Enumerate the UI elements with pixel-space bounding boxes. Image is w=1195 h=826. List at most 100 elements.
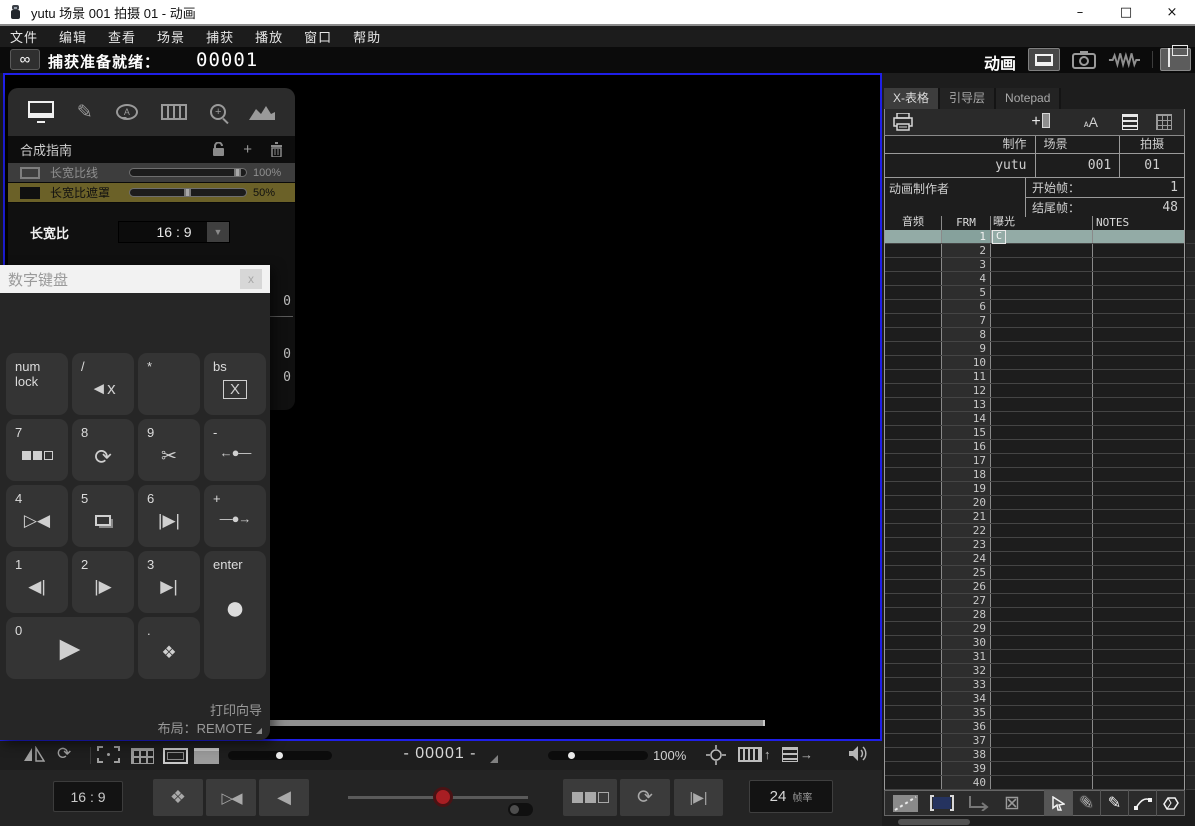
exposure-cell[interactable] xyxy=(991,748,1093,761)
print-button[interactable] xyxy=(893,113,913,131)
notes-cell[interactable] xyxy=(1093,356,1184,369)
frame-number-cell[interactable]: 29 xyxy=(942,622,991,635)
animate-workspace-button[interactable] xyxy=(1028,48,1060,71)
numpad-key-5[interactable]: 5 xyxy=(72,485,134,547)
production-value[interactable]: yutu xyxy=(885,154,1036,177)
drawing-tab[interactable]: ✎ xyxy=(77,101,93,124)
notes-cell[interactable] xyxy=(1093,272,1184,285)
audio-cell[interactable] xyxy=(885,482,942,495)
numpad-key-2[interactable]: 2|▶ xyxy=(72,551,134,613)
exposure-cell[interactable] xyxy=(991,762,1093,775)
row-view-button[interactable] xyxy=(1122,114,1138,130)
slider-handle[interactable] xyxy=(184,189,191,196)
exposure-cell[interactable] xyxy=(991,594,1093,607)
menu-item-1[interactable]: 编辑 xyxy=(59,27,87,46)
menu-item-2[interactable]: 查看 xyxy=(108,27,136,46)
frame-number-cell[interactable]: 40 xyxy=(942,776,991,789)
notes-cell[interactable] xyxy=(1093,678,1184,691)
audio-mute-button[interactable] xyxy=(848,745,868,762)
audio-cell[interactable] xyxy=(885,398,942,411)
exposure-cell[interactable] xyxy=(991,496,1093,509)
xsheet-row-23[interactable]: 23 xyxy=(885,538,1184,552)
slider-handle[interactable] xyxy=(276,752,283,759)
frame-number-cell[interactable]: 22 xyxy=(942,524,991,537)
xsheet-row-6[interactable]: 6 xyxy=(885,300,1184,314)
layout-selector[interactable]: 布局：REMOTE ◢ xyxy=(158,718,262,737)
numpad-key-num-lock[interactable]: num lock xyxy=(6,353,68,415)
frame-number-cell[interactable]: 36 xyxy=(942,720,991,733)
animator-field[interactable]: 动画制作者 xyxy=(885,178,1026,217)
exposure-cell[interactable] xyxy=(991,384,1093,397)
frame-number-cell[interactable]: 20 xyxy=(942,496,991,509)
xsheet-row-9[interactable]: 9 xyxy=(885,342,1184,356)
frame-number-cell[interactable]: 6 xyxy=(942,300,991,313)
menu-item-5[interactable]: 播放 xyxy=(255,27,283,46)
eraser-tool[interactable] xyxy=(1156,790,1184,816)
exposure-cell[interactable] xyxy=(991,482,1093,495)
xsheet-row-7[interactable]: 7 xyxy=(885,314,1184,328)
tab-xsheet[interactable]: X-表格 xyxy=(884,88,940,109)
exposure-cell[interactable] xyxy=(991,342,1093,355)
loop-range-toggle[interactable] xyxy=(508,803,533,816)
delete-guide-button[interactable] xyxy=(270,142,283,157)
xsheet-row-11[interactable]: 11 xyxy=(885,370,1184,384)
aspect-ratio-button[interactable]: 16 : 9 xyxy=(53,781,123,812)
audio-cell[interactable] xyxy=(885,538,942,551)
frame-number-cell[interactable]: 33 xyxy=(942,678,991,691)
xsheet-row-19[interactable]: 19 xyxy=(885,482,1184,496)
frame-number-cell[interactable]: 31 xyxy=(942,650,991,663)
exposure-cell[interactable] xyxy=(991,412,1093,425)
audio-cell[interactable] xyxy=(885,692,942,705)
audio-cell[interactable] xyxy=(885,664,942,677)
push-to-reel-button[interactable]: ↑ xyxy=(738,747,771,762)
aspect-lines-button[interactable] xyxy=(163,748,188,764)
menu-item-3[interactable]: 场景 xyxy=(157,27,185,46)
xsheet-row-10[interactable]: 10 xyxy=(885,356,1184,370)
aspect-mask-button[interactable] xyxy=(194,748,219,764)
audio-cell[interactable] xyxy=(885,552,942,565)
loop-playback-button[interactable]: ⟳ xyxy=(620,779,670,816)
audio-cell[interactable] xyxy=(885,300,942,313)
exposure-cell[interactable] xyxy=(991,356,1093,369)
xsheet-row-26[interactable]: 26 xyxy=(885,580,1184,594)
frame-number-cell[interactable]: 15 xyxy=(942,426,991,439)
notes-cell[interactable] xyxy=(1093,286,1184,299)
audio-cell[interactable] xyxy=(885,580,942,593)
xsheet-row-16[interactable]: 16 xyxy=(885,440,1184,454)
frame-number-cell[interactable]: 17 xyxy=(942,454,991,467)
notes-cell[interactable] xyxy=(1093,566,1184,579)
frame-number-cell[interactable]: 8 xyxy=(942,328,991,341)
exposure-cell[interactable] xyxy=(991,524,1093,537)
end-frame-row[interactable]: 结尾帧：48 xyxy=(1026,198,1184,217)
tab-notepad[interactable]: Notepad xyxy=(996,88,1061,109)
frame-number-cell[interactable]: 9 xyxy=(942,342,991,355)
exposure-cell[interactable] xyxy=(991,650,1093,663)
xsheet-row-22[interactable]: 22 xyxy=(885,524,1184,538)
annotation-tab[interactable]: A xyxy=(116,104,138,120)
notes-cell[interactable] xyxy=(1093,468,1184,481)
zoom-tab[interactable]: + xyxy=(210,104,226,120)
live-toggle-button[interactable]: ▷◀ xyxy=(206,779,256,816)
menu-item-0[interactable]: 文件 xyxy=(10,27,38,46)
numpad-key-6[interactable]: 6|▶| xyxy=(138,485,200,547)
notes-cell[interactable] xyxy=(1093,328,1184,341)
frame-number-cell[interactable]: 24 xyxy=(942,552,991,565)
focus-check-button[interactable] xyxy=(97,746,120,763)
notes-cell[interactable] xyxy=(1093,300,1184,313)
zoom-slider[interactable] xyxy=(548,751,648,760)
audio-cell[interactable] xyxy=(885,426,942,439)
exposure-cell[interactable] xyxy=(991,440,1093,453)
xsheet-row-18[interactable]: 18 xyxy=(885,468,1184,482)
xsheet-row-5[interactable]: 5 xyxy=(885,286,1184,300)
exposure-cell[interactable] xyxy=(991,580,1093,593)
scene-value[interactable]: 001 xyxy=(1036,154,1121,177)
frame-number-cell[interactable]: 21 xyxy=(942,510,991,523)
audio-cell[interactable] xyxy=(885,720,942,733)
notes-cell[interactable] xyxy=(1093,384,1184,397)
exposure-cell[interactable] xyxy=(991,328,1093,341)
opacity-slider[interactable] xyxy=(129,188,247,197)
numpad-key-1[interactable]: 1◀| xyxy=(6,551,68,613)
frame-number-cell[interactable]: 19 xyxy=(942,482,991,495)
exposure-cell[interactable] xyxy=(991,468,1093,481)
notes-cell[interactable] xyxy=(1093,412,1184,425)
